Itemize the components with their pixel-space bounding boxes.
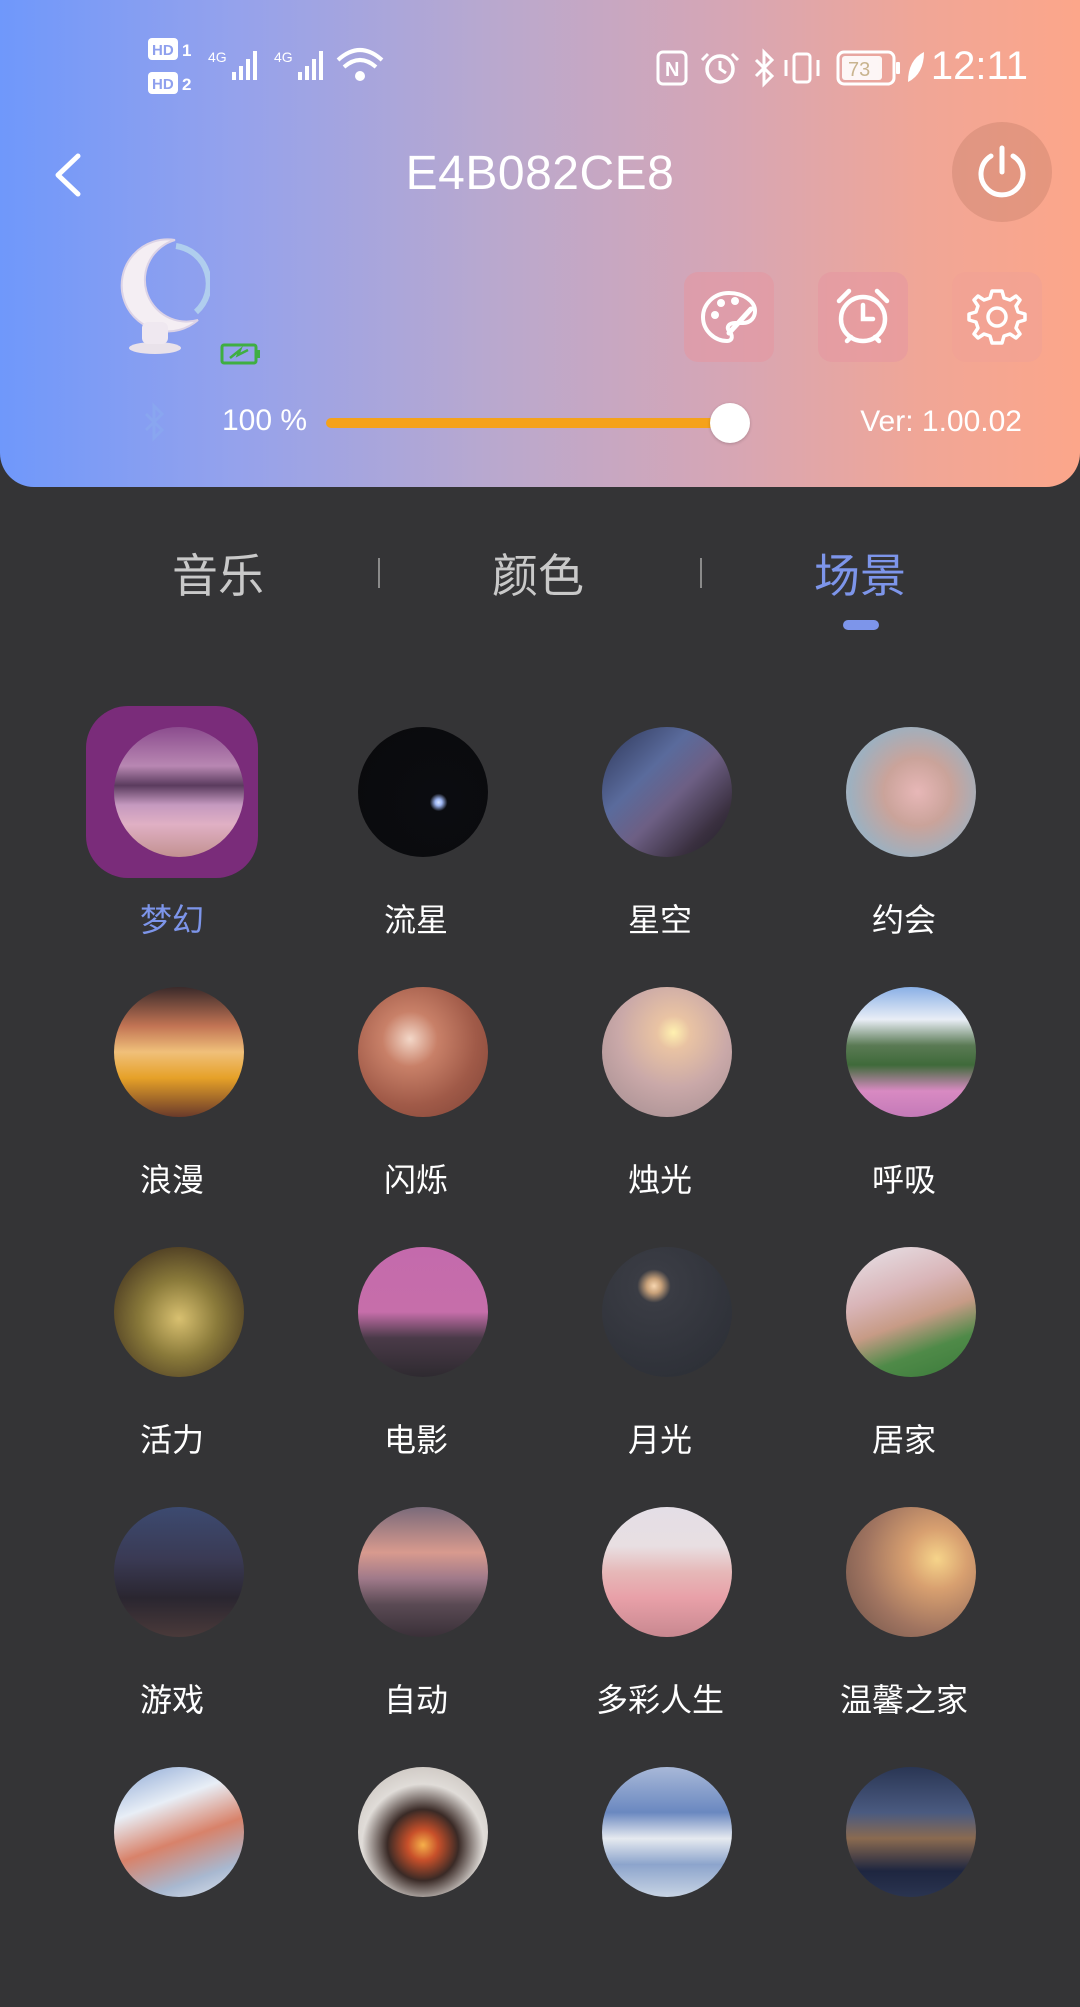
scene-thumbnail xyxy=(602,727,732,857)
scene-thumbnail xyxy=(358,987,488,1117)
scene-label: 流星 xyxy=(383,902,448,938)
scene-thumbnail xyxy=(358,1247,488,1377)
bluetooth-icon xyxy=(144,402,165,442)
scene-label: 闪烁 xyxy=(383,1162,448,1198)
scene-label: 活力 xyxy=(139,1422,204,1458)
device-battery-icon xyxy=(220,343,260,365)
brightness-value: 100 % xyxy=(222,404,308,437)
scene-label: 居家 xyxy=(871,1422,936,1458)
svg-text:HD: HD xyxy=(152,76,174,93)
scene-item-home[interactable]: 居家 xyxy=(782,1247,1026,1487)
mode-tabs: 音乐 颜色 场景 xyxy=(0,540,1080,650)
scene-item-meteor[interactable]: 流星 xyxy=(294,727,538,967)
scene-thumbnail xyxy=(114,987,244,1117)
scene-label: 多彩人生 xyxy=(595,1682,724,1718)
active-tab-indicator xyxy=(843,620,879,630)
scene-item-breathe[interactable]: 呼吸 xyxy=(782,987,1026,1227)
signal-icons: HD 1 HD 2 4G 4G xyxy=(148,38,384,94)
scene-item-candlelight[interactable]: 烛光 xyxy=(538,987,782,1227)
power-button[interactable] xyxy=(952,122,1052,222)
scene-label: 约会 xyxy=(871,902,936,938)
moon-lamp-icon xyxy=(120,238,212,354)
scene-item-city-night[interactable] xyxy=(782,1767,1026,2007)
scene-label: 温馨之家 xyxy=(839,1682,968,1718)
scene-thumbnail xyxy=(602,987,732,1117)
settings-button[interactable] xyxy=(952,272,1042,362)
status-time: 12:11 xyxy=(930,44,1028,88)
device-header: HD 1 HD 2 4G 4G N 73 12:11 E4B082CE8 100… xyxy=(0,0,1080,487)
scene-label: 梦幻 xyxy=(139,902,204,938)
scene-thumbnail xyxy=(846,1767,976,1897)
svg-text:1: 1 xyxy=(182,41,191,60)
device-title: E4B082CE8 xyxy=(405,147,675,200)
scene-item-colorful-life[interactable]: 多彩人生 xyxy=(538,1507,782,1747)
svg-text:4G: 4G xyxy=(208,49,227,65)
scene-thumbnail xyxy=(846,727,976,857)
scene-label: 烛光 xyxy=(627,1162,692,1198)
scene-thumbnail xyxy=(114,1767,244,1897)
scene-label: 浪漫 xyxy=(139,1162,204,1198)
scene-item-cozy-home[interactable]: 温馨之家 xyxy=(782,1507,1026,1747)
scene-thumbnail xyxy=(602,1507,732,1637)
scene-thumbnail xyxy=(358,727,488,857)
brightness-slider-thumb[interactable] xyxy=(710,403,750,443)
system-icons: N 73 xyxy=(656,48,924,88)
tab-color[interactable]: 颜色 xyxy=(428,540,648,606)
svg-text:N: N xyxy=(665,59,679,81)
moon-lamp-image xyxy=(100,236,212,356)
scene-item-mountain[interactable] xyxy=(50,1767,294,2007)
scene-thumbnail xyxy=(846,987,976,1117)
firmware-version: Ver: 1.00.02 xyxy=(860,405,1022,438)
scene-item-vitality[interactable]: 活力 xyxy=(50,1247,294,1487)
gear-icon xyxy=(967,289,1027,345)
scene-item-dream[interactable]: 梦幻 xyxy=(50,727,294,967)
scene-thumbnail xyxy=(114,1247,244,1377)
scene-item-date[interactable]: 约会 xyxy=(782,727,1026,967)
scene-label: 月光 xyxy=(627,1422,692,1458)
scene-label: 自动 xyxy=(383,1682,448,1718)
tab-divider xyxy=(378,558,380,588)
scene-label: 电影 xyxy=(383,1422,448,1458)
scene-item-game[interactable]: 游戏 xyxy=(50,1507,294,1747)
scene-item-twinkle[interactable]: 闪烁 xyxy=(294,987,538,1227)
scene-label: 游戏 xyxy=(139,1682,204,1718)
tab-music[interactable]: 音乐 xyxy=(108,540,328,606)
alarm-clock-icon xyxy=(836,288,890,344)
power-icon xyxy=(978,145,1026,198)
tab-scene[interactable]: 场景 xyxy=(750,540,970,606)
timer-button[interactable] xyxy=(818,272,908,362)
palette-icon xyxy=(700,290,758,344)
scene-label: 星空 xyxy=(627,902,692,938)
scene-item-starry-sky[interactable]: 星空 xyxy=(538,727,782,967)
brightness-slider[interactable] xyxy=(326,418,731,428)
tab-divider xyxy=(700,558,702,588)
scene-thumbnail xyxy=(846,1507,976,1637)
svg-text:HD: HD xyxy=(152,42,174,59)
scene-item-fireplace[interactable] xyxy=(294,1767,538,2007)
scene-thumbnail xyxy=(114,727,244,857)
scene-item-auto[interactable]: 自动 xyxy=(294,1507,538,1747)
scene-item-movie[interactable]: 电影 xyxy=(294,1247,538,1487)
scene-thumbnail xyxy=(358,1507,488,1637)
scene-item-moonlight[interactable]: 月光 xyxy=(538,1247,782,1487)
palette-button[interactable] xyxy=(684,272,774,362)
battery-level-text: 73 xyxy=(848,59,870,81)
scene-thumbnail xyxy=(114,1507,244,1637)
scene-item-romance[interactable]: 浪漫 xyxy=(50,987,294,1227)
scene-thumbnail xyxy=(602,1767,732,1897)
scene-thumbnail xyxy=(358,1767,488,1897)
svg-text:4G: 4G xyxy=(274,49,293,65)
scene-thumbnail xyxy=(602,1247,732,1377)
svg-text:2: 2 xyxy=(182,75,191,94)
scene-item-ocean[interactable] xyxy=(538,1767,782,2007)
scene-thumbnail xyxy=(846,1247,976,1377)
scene-label: 呼吸 xyxy=(871,1162,936,1198)
